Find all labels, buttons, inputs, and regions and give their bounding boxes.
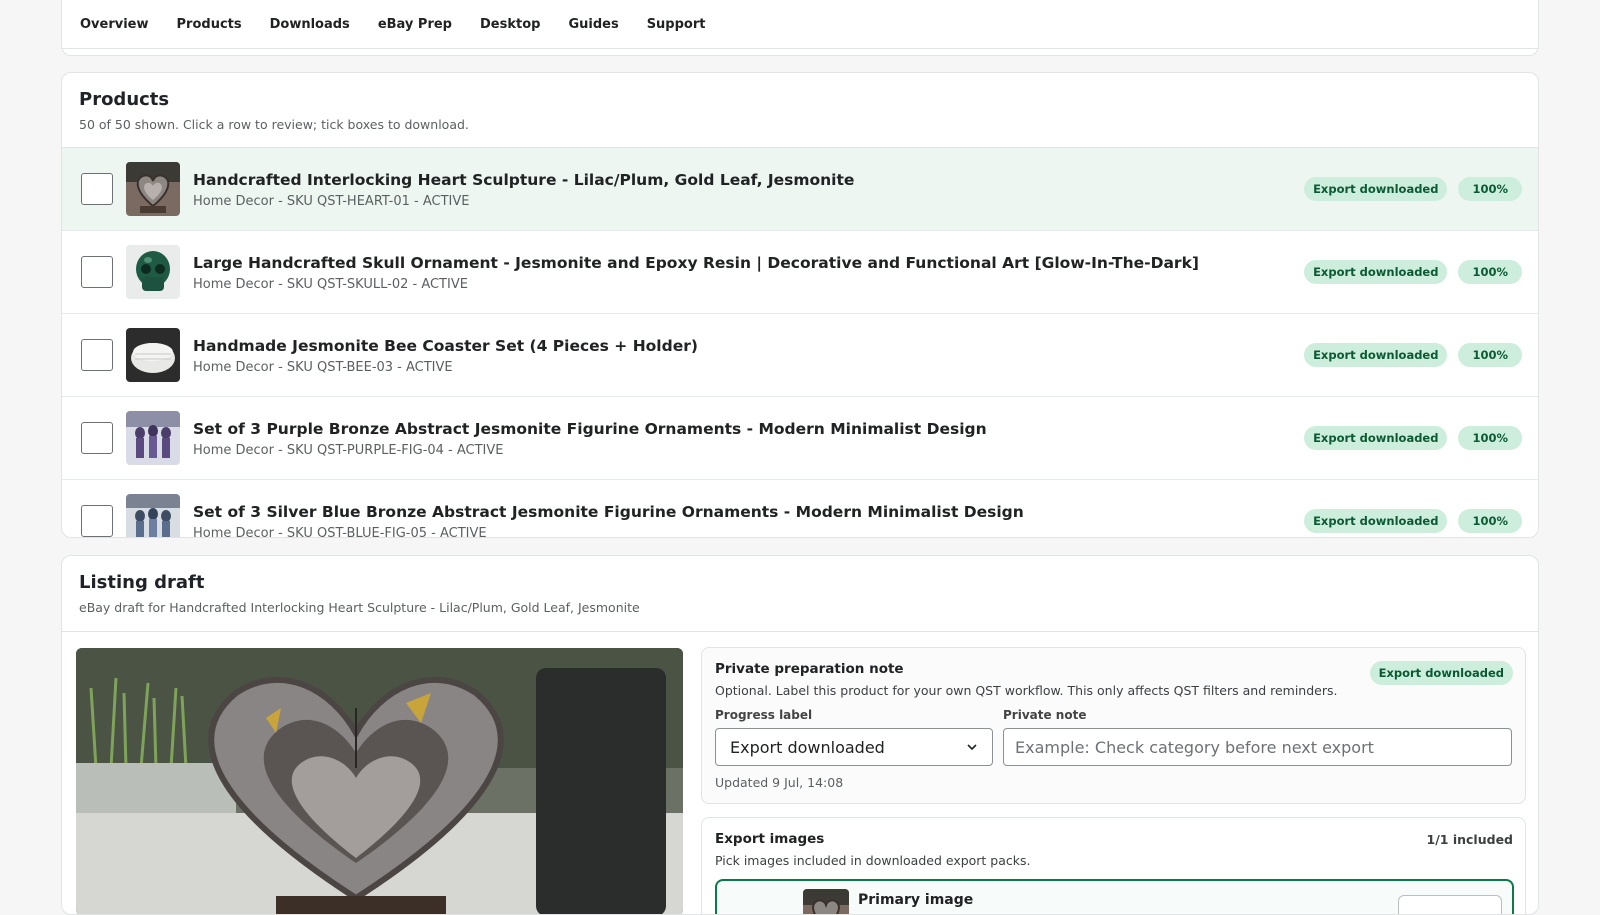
- private-preparation-panel: Private preparation note Optional. Label…: [701, 647, 1526, 804]
- chevron-down-icon: [966, 738, 978, 757]
- coaster-set-photo: [126, 328, 180, 382]
- product-title: Large Handcrafted Skull Ornament - Jesmo…: [193, 253, 1199, 272]
- updated-timestamp: Updated 9 Jul, 14:08: [715, 775, 844, 790]
- progress-label-value: Export downloaded: [730, 737, 885, 757]
- product-title: Handmade Jesmonite Bee Coaster Set (4 Pi…: [193, 336, 698, 355]
- product-meta: Home Decor - SKU QST-HEART-01 - ACTIVE: [193, 193, 470, 209]
- export-images-subtitle: Pick images included in downloaded expor…: [715, 853, 1031, 868]
- products-header: Products 50 of 50 shown. Click a row to …: [62, 73, 1538, 148]
- draft-title: Listing draft: [79, 572, 205, 593]
- listing-draft-card: Listing draft eBay draft for Handcrafted…: [61, 555, 1539, 915]
- status-badge: Export downloaded: [1369, 661, 1513, 685]
- product-meta: Home Decor - SKU QST-BLUE-FIG-05 - ACTIV…: [193, 525, 487, 538]
- status-badge: Export downloaded: [1304, 509, 1448, 533]
- export-images-title: Export images: [715, 831, 825, 847]
- product-title: Handcrafted Interlocking Heart Sculpture…: [193, 170, 855, 189]
- primary-image-card[interactable]: Primary image: [715, 879, 1514, 914]
- status-badge: Export downloaded: [1304, 426, 1448, 450]
- green-skull-photo: [126, 245, 180, 299]
- prep-subtitle: Optional. Label this product for your ow…: [715, 683, 1338, 698]
- private-note-caption: Private note: [1003, 708, 1087, 722]
- draft-header: Listing draft eBay draft for Handcrafted…: [62, 556, 1538, 632]
- product-title: Set of 3 Purple Bronze Abstract Jesmonit…: [193, 419, 987, 438]
- row-checkbox[interactable]: [81, 256, 113, 288]
- status-badge: Export downloaded: [1304, 343, 1448, 367]
- heart-sculpture-photo: [126, 162, 180, 216]
- products-card: Products 50 of 50 shown. Click a row to …: [61, 72, 1539, 538]
- purple-figurines-photo: [126, 411, 180, 465]
- product-row[interactable]: Set of 3 Silver Blue Bronze Abstract Jes…: [62, 480, 1538, 537]
- product-meta: Home Decor - SKU QST-BEE-03 - ACTIVE: [193, 359, 453, 375]
- row-checkbox[interactable]: [81, 505, 113, 537]
- progress-badge: 100%: [1458, 343, 1522, 367]
- products-subtitle: 50 of 50 shown. Click a row to review; t…: [79, 117, 469, 132]
- export-images-panel: Export images Pick images included in do…: [701, 817, 1526, 914]
- row-checkbox[interactable]: [81, 173, 113, 205]
- tab-products[interactable]: Products: [177, 17, 242, 32]
- primary-image-toggle-button[interactable]: [1398, 895, 1502, 914]
- tab-ebay-prep[interactable]: eBay Prep: [378, 17, 452, 32]
- private-note-input[interactable]: [1003, 728, 1512, 766]
- product-meta: Home Decor - SKU QST-SKULL-02 - ACTIVE: [193, 276, 468, 292]
- product-title: Set of 3 Silver Blue Bronze Abstract Jes…: [193, 502, 1024, 521]
- top-navigation: Overview Products Downloads eBay Prep De…: [61, 0, 1539, 56]
- progress-badge: 100%: [1458, 177, 1522, 201]
- tab-overview[interactable]: Overview: [80, 17, 149, 32]
- draft-subtitle: eBay draft for Handcrafted Interlocking …: [79, 600, 640, 615]
- products-list[interactable]: Handcrafted Interlocking Heart Sculpture…: [62, 148, 1538, 537]
- progress-badge: 100%: [1458, 426, 1522, 450]
- status-badge: Export downloaded: [1304, 177, 1448, 201]
- status-badge: Export downloaded: [1304, 260, 1448, 284]
- nav-divider: [62, 48, 1538, 49]
- primary-image-thumbnail: [803, 889, 849, 914]
- product-row[interactable]: Set of 3 Purple Bronze Abstract Jesmonit…: [62, 397, 1538, 480]
- product-row[interactable]: Handmade Jesmonite Bee Coaster Set (4 Pi…: [62, 314, 1538, 397]
- product-row[interactable]: Large Handcrafted Skull Ornament - Jesmo…: [62, 231, 1538, 314]
- product-hero-image: [76, 648, 683, 914]
- progress-label-caption: Progress label: [715, 708, 813, 722]
- blue-figurines-photo: [126, 494, 180, 537]
- tab-guides[interactable]: Guides: [568, 17, 618, 32]
- images-count: 1/1 included: [1426, 832, 1513, 847]
- row-checkbox[interactable]: [81, 422, 113, 454]
- row-checkbox[interactable]: [81, 339, 113, 371]
- tab-desktop[interactable]: Desktop: [480, 17, 540, 32]
- product-meta: Home Decor - SKU QST-PURPLE-FIG-04 - ACT…: [193, 442, 504, 458]
- product-row[interactable]: Handcrafted Interlocking Heart Sculpture…: [62, 148, 1538, 231]
- products-title: Products: [79, 89, 170, 110]
- primary-image-label: Primary image: [858, 892, 974, 908]
- progress-badge: 100%: [1458, 260, 1522, 284]
- tab-downloads[interactable]: Downloads: [270, 17, 350, 32]
- progress-label-select[interactable]: Export downloaded: [715, 728, 993, 766]
- tab-support[interactable]: Support: [647, 17, 706, 32]
- progress-badge: 100%: [1458, 509, 1522, 533]
